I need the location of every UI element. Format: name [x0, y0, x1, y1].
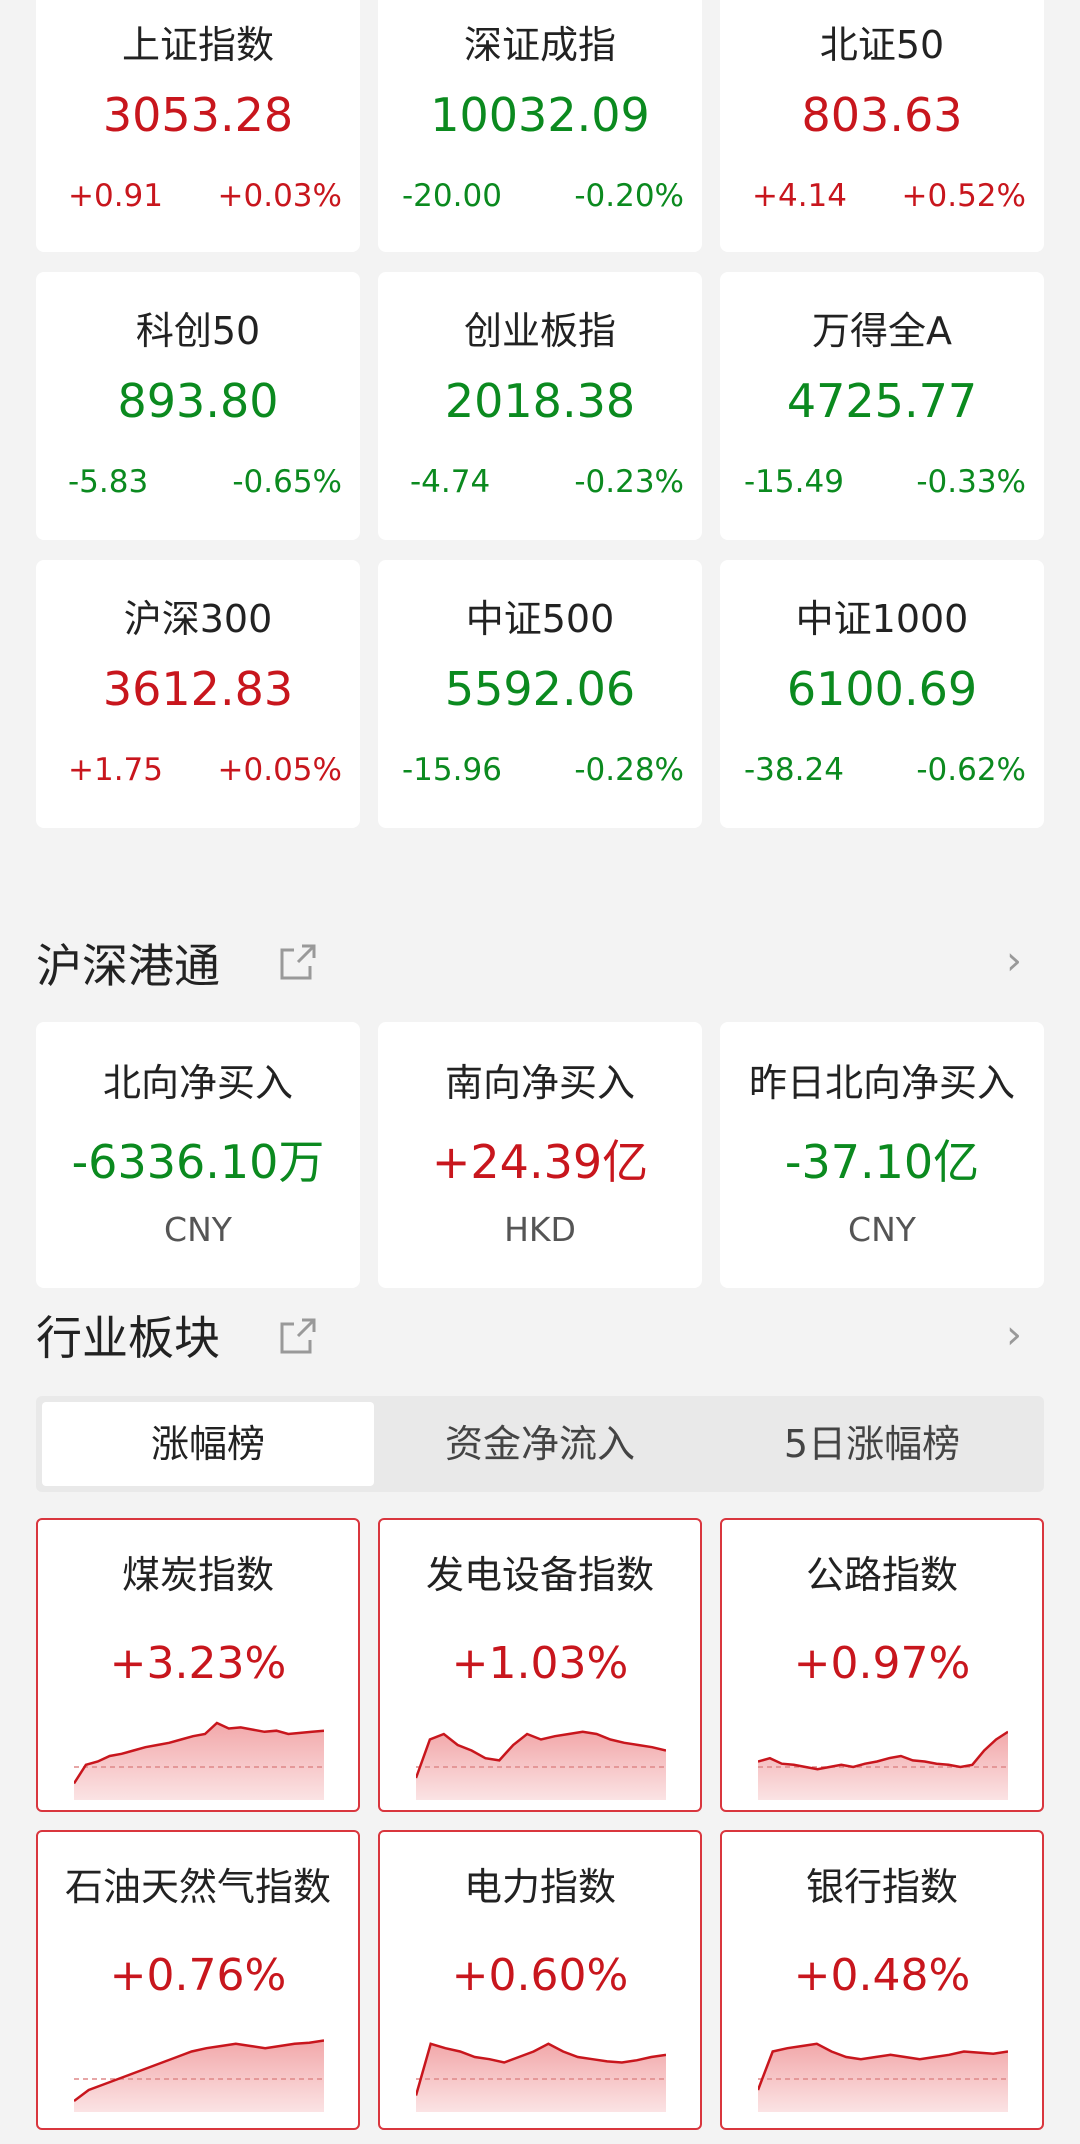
chevron-right-icon[interactable]: › — [1006, 938, 1022, 984]
index-card-zz500[interactable]: 中证500 5592.06 -15.96 -0.28% — [378, 560, 702, 828]
index-pct: -0.23% — [574, 464, 684, 500]
sparkline-area — [74, 2040, 324, 2112]
share-icon[interactable] — [276, 940, 320, 984]
sector-pct: +0.97% — [793, 1638, 971, 1689]
index-value: 2018.38 — [444, 374, 636, 428]
sector-card[interactable]: 公路指数 +0.97% — [720, 1518, 1044, 1812]
index-name: 中证500 — [465, 597, 615, 641]
index-name: 科创50 — [135, 309, 261, 353]
index-value: 6100.69 — [786, 662, 978, 716]
index-value: 10032.09 — [430, 88, 650, 142]
index-value: 5592.06 — [444, 662, 636, 716]
index-card-sz[interactable]: 深证成指 10032.09 -20.00 -0.20% — [378, 0, 702, 252]
sector-pct: +0.60% — [451, 1950, 629, 2001]
sector-card[interactable]: 银行指数 +0.48% — [720, 1830, 1044, 2130]
index-card-kc50[interactable]: 科创50 893.80 -5.83 -0.65% — [36, 272, 360, 540]
flow-value: -6336.10万 — [71, 1135, 325, 1189]
index-pct: -0.62% — [916, 752, 1026, 788]
north-net-buy-card[interactable]: 北向净买入 -6336.10万 CNY — [36, 1022, 360, 1288]
index-pct: -0.28% — [574, 752, 684, 788]
index-value: 893.80 — [117, 374, 279, 428]
sparkline — [758, 2042, 1008, 2112]
connect-section-title: 沪深港通 — [36, 939, 220, 993]
index-name: 深证成指 — [463, 23, 616, 67]
index-value: 803.63 — [801, 88, 963, 142]
index-change: -38.24 — [744, 752, 844, 788]
sector-name: 银行指数 — [805, 1865, 958, 1909]
index-pct: -0.33% — [916, 464, 1026, 500]
index-value: 4725.77 — [786, 374, 978, 428]
index-name: 中证1000 — [795, 597, 969, 641]
chevron-right-icon[interactable]: › — [1006, 1312, 1022, 1358]
sector-name: 公路指数 — [805, 1553, 958, 1597]
index-pct: +0.03% — [217, 178, 342, 214]
sector-pct: +0.48% — [793, 1950, 971, 2001]
index-change: +1.75 — [68, 752, 163, 788]
index-change: -20.00 — [402, 178, 502, 214]
sector-pct: +3.23% — [109, 1638, 287, 1689]
tab-gainers[interactable]: 涨幅榜 — [42, 1402, 374, 1486]
flow-name: 北向净买入 — [102, 1061, 293, 1105]
index-name: 北证50 — [819, 23, 945, 67]
tab-5day-gainers[interactable]: 5日涨幅榜 — [706, 1402, 1038, 1486]
index-name: 上证指数 — [121, 23, 274, 67]
index-pct: -0.20% — [574, 178, 684, 214]
sparkline — [74, 2039, 324, 2112]
tab-net-inflow[interactable]: 资金净流入 — [374, 1402, 706, 1486]
index-name: 创业板指 — [463, 309, 616, 353]
sector-card[interactable]: 发电设备指数 +1.03% — [378, 1518, 702, 1812]
index-change: +0.91 — [68, 178, 163, 214]
index-card-bz50[interactable]: 北证50 803.63 +4.14 +0.52% — [720, 0, 1044, 252]
index-value: 3612.83 — [102, 662, 294, 716]
sector-pct: +0.76% — [109, 1950, 287, 2001]
index-pct: +0.05% — [217, 752, 342, 788]
index-change: -4.74 — [410, 464, 491, 500]
sector-name: 煤炭指数 — [121, 1553, 274, 1597]
sector-card[interactable]: 电力指数 +0.60% — [378, 1830, 702, 2130]
sparkline — [758, 1730, 1008, 1800]
sector-card[interactable]: 石油天然气指数 +0.76% — [36, 1830, 360, 2130]
sector-name: 电力指数 — [463, 1865, 616, 1909]
index-change: -5.83 — [68, 464, 149, 500]
sparkline-area — [416, 2043, 666, 2112]
sector-name: 发电设备指数 — [425, 1553, 654, 1597]
index-change: +4.14 — [752, 178, 847, 214]
sector-card[interactable]: 煤炭指数 +3.23% — [36, 1518, 360, 1812]
index-value: 3053.28 — [102, 88, 294, 142]
share-icon[interactable] — [276, 1314, 320, 1358]
sector-tabs: 涨幅榜 资金净流入 5日涨幅榜 — [36, 1396, 1044, 1492]
sparkline — [74, 1721, 324, 1800]
index-pct: -0.65% — [232, 464, 342, 500]
south-net-buy-card[interactable]: 南向净买入 +24.39亿 HKD — [378, 1022, 702, 1288]
yesterday-north-net-buy-card[interactable]: 昨日北向净买入 -37.10亿 CNY — [720, 1022, 1044, 1288]
index-change: -15.96 — [402, 752, 502, 788]
flow-currency: HKD — [504, 1210, 576, 1249]
index-pct: +0.52% — [901, 178, 1026, 214]
flow-name: 昨日北向净买入 — [748, 1061, 1015, 1105]
index-name: 万得全A — [812, 309, 952, 353]
index-card-sh[interactable]: 上证指数 3053.28 +0.91 +0.03% — [36, 0, 360, 252]
sector-name: 石油天然气指数 — [64, 1865, 331, 1909]
flow-value: +24.39亿 — [431, 1135, 649, 1189]
index-card-hs300[interactable]: 沪深300 3612.83 +1.75 +0.05% — [36, 560, 360, 828]
sparkline-area — [758, 2043, 1008, 2112]
index-change: -15.49 — [744, 464, 844, 500]
sector-section-title: 行业板块 — [36, 1311, 220, 1365]
sparkline — [416, 2042, 666, 2112]
sector-pct: +1.03% — [451, 1638, 629, 1689]
index-card-zz1000[interactable]: 中证1000 6100.69 -38.24 -0.62% — [720, 560, 1044, 828]
flow-currency: CNY — [164, 1210, 232, 1249]
index-card-cyb[interactable]: 创业板指 2018.38 -4.74 -0.23% — [378, 272, 702, 540]
flow-currency: CNY — [848, 1210, 916, 1249]
index-name: 沪深300 — [123, 597, 273, 641]
index-card-wind[interactable]: 万得全A 4725.77 -15.49 -0.33% — [720, 272, 1044, 540]
flow-value: -37.10亿 — [784, 1135, 980, 1189]
sparkline — [416, 1730, 666, 1800]
flow-name: 南向净买入 — [444, 1061, 635, 1105]
